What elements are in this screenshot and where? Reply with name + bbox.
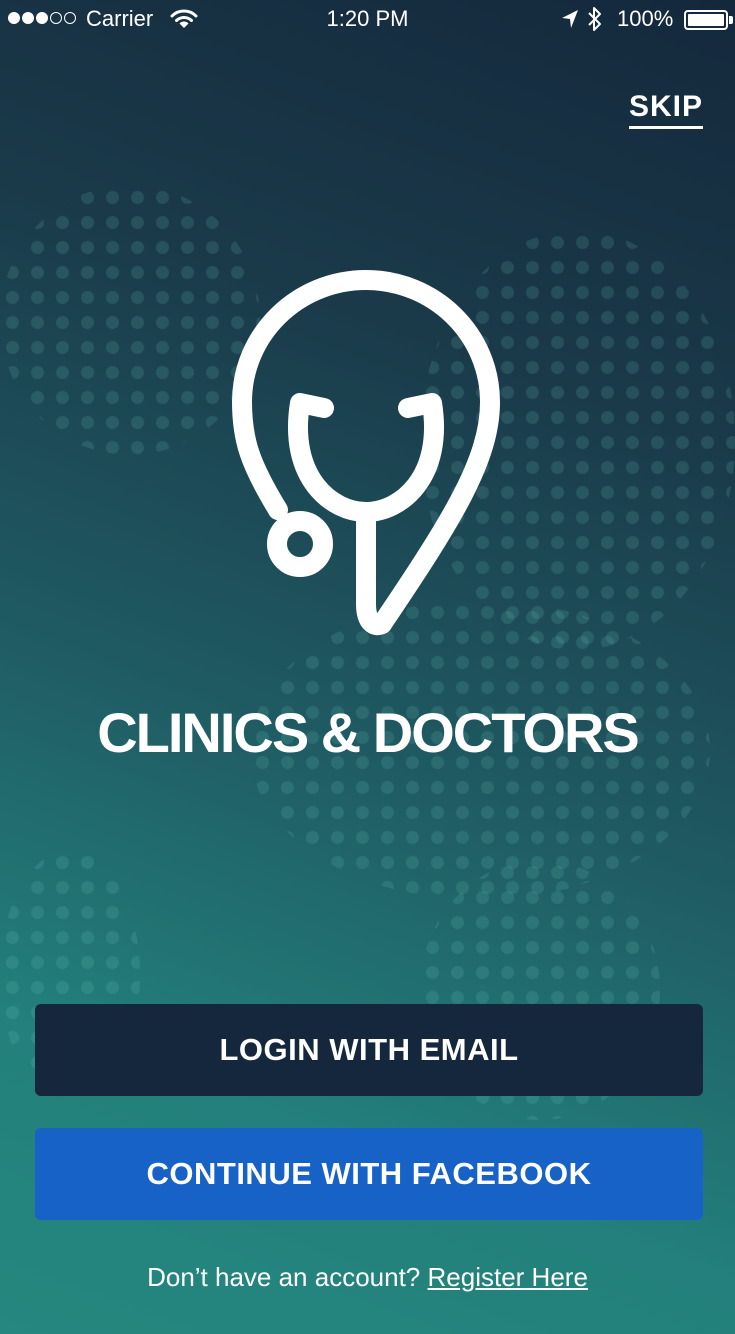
bluetooth-icon [588,7,601,31]
app-title: CLINICS & DOCTORS [97,701,640,764]
battery-icon [684,10,728,30]
skip-button[interactable]: SKIP [628,90,703,129]
location-arrow-icon [562,10,578,28]
login-screen: Carrier 1:20 PM 100% SKIP CLINICS & DOCT… [0,0,735,1334]
continue-with-facebook-button[interactable]: CONTINUE WITH FACEBOOK [35,1128,703,1220]
status-bar: Carrier 1:20 PM 100% [0,0,735,40]
register-here-link[interactable]: Register Here [428,1262,588,1292]
login-with-email-button[interactable]: LOGIN WITH EMAIL [35,1004,703,1096]
battery-percentage: 100% [617,6,674,31]
world-map-dots [0,185,260,455]
register-prompt-text: Don’t have an account? [147,1262,421,1292]
register-prompt: Don’t have an account? Register Here [0,1262,735,1293]
battery-tip [729,16,733,24]
stethoscope-pin-icon [232,270,500,636]
